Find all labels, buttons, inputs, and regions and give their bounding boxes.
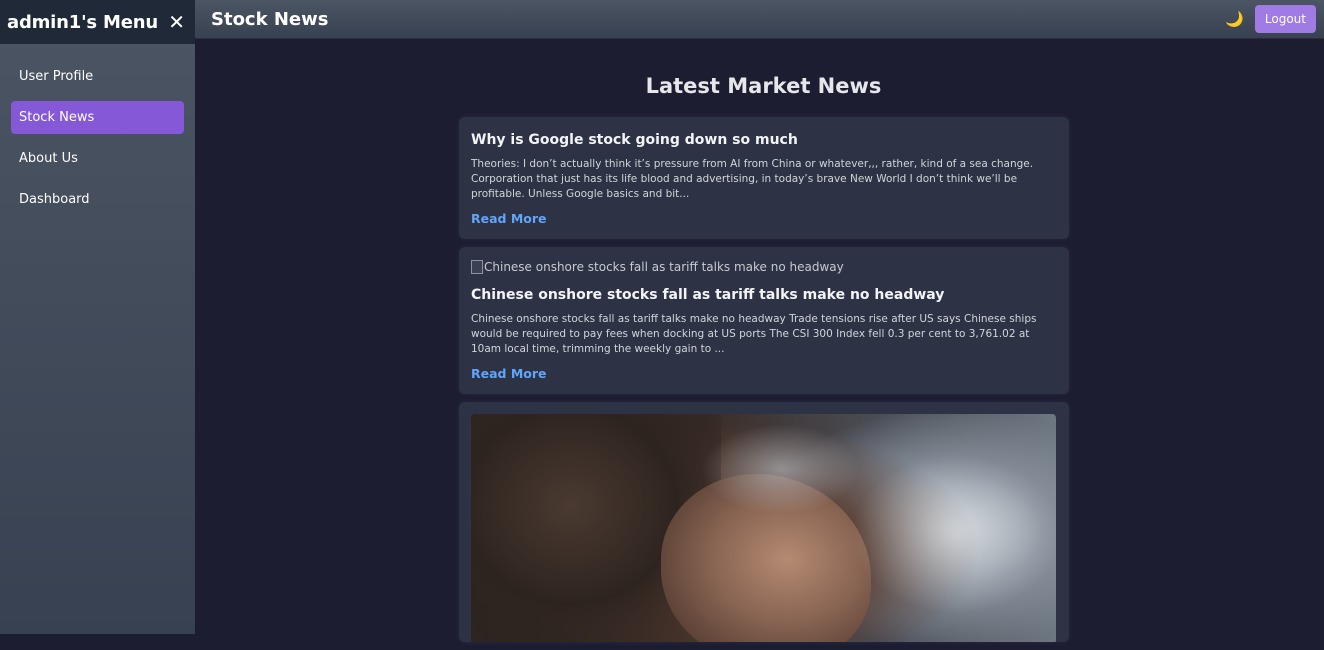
news-card: Why is Google stock going down so much T… <box>459 117 1069 239</box>
article-image-alt: Chinese onshore stocks fall as tariff ta… <box>484 260 844 274</box>
news-card: Chinese onshore stocks fall as tariff ta… <box>459 247 1069 394</box>
news-card <box>459 402 1069 642</box>
sidebar-header: admin1's Menu ✕ <box>0 0 195 44</box>
article-image-broken: Chinese onshore stocks fall as tariff ta… <box>471 259 1057 275</box>
article-description: Theories: I don’t actually think it’s pr… <box>471 158 1034 200</box>
main-content: Latest Market News Why is Google stock g… <box>195 40 1324 642</box>
sidebar-item-dashboard[interactable]: Dashboard <box>11 183 184 216</box>
topbar: Stock News 🌙 Logout <box>195 0 1324 39</box>
sidebar-title: admin1's Menu <box>7 11 158 33</box>
sidebar-item-user-profile[interactable]: User Profile <box>11 60 184 93</box>
article-photo <box>471 414 1056 642</box>
read-more-link[interactable]: Read More <box>471 211 547 226</box>
sidebar-item-about-us[interactable]: About Us <box>11 142 184 175</box>
article-title: Why is Google stock going down so much <box>471 132 798 148</box>
news-heading: Latest Market News <box>645 74 882 98</box>
sidebar-item-label: User Profile <box>19 69 94 84</box>
read-more-link[interactable]: Read More <box>471 366 547 381</box>
sidebar-nav: User Profile Stock News About Us Dashboa… <box>0 44 195 216</box>
moon-icon[interactable]: 🌙 <box>1225 10 1244 28</box>
sidebar: admin1's Menu ✕ User Profile Stock News … <box>0 0 195 634</box>
article-description: Chinese onshore stocks fall as tariff ta… <box>471 313 1037 355</box>
article-title: Chinese onshore stocks fall as tariff ta… <box>471 287 945 303</box>
sidebar-item-label: About Us <box>19 151 78 166</box>
broken-image-icon <box>471 260 483 274</box>
sidebar-item-label: Stock News <box>19 110 95 125</box>
sidebar-item-stock-news[interactable]: Stock News <box>11 101 184 134</box>
close-icon[interactable]: ✕ <box>168 12 185 32</box>
logout-button[interactable]: Logout <box>1254 5 1316 33</box>
page-title: Stock News <box>211 8 329 30</box>
sidebar-item-label: Dashboard <box>19 192 90 207</box>
news-list: Why is Google stock going down so much T… <box>459 117 1069 650</box>
